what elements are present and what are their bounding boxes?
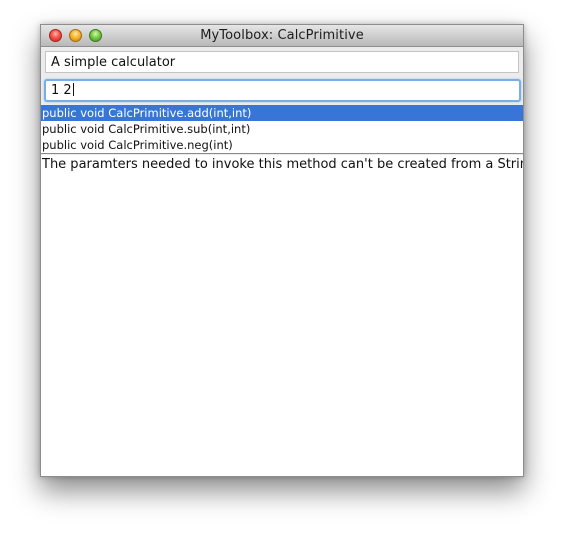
result-text: The paramters needed to invoke this meth… [42, 157, 523, 172]
window-title: MyToolbox: CalcPrimitive [200, 28, 364, 43]
arguments-input[interactable]: 1 2 [44, 79, 521, 102]
title-bar[interactable]: MyToolbox: CalcPrimitive [41, 25, 523, 47]
method-item-sub[interactable]: public void CalcPrimitive.sub(int,int) [41, 121, 523, 137]
app-window: MyToolbox: CalcPrimitive A simple calcul… [40, 24, 524, 477]
arguments-input-value: 1 2 [51, 83, 72, 98]
method-item-neg[interactable]: public void CalcPrimitive.neg(int) [41, 137, 523, 153]
description-field[interactable]: A simple calculator [45, 51, 519, 73]
text-caret [72, 83, 74, 96]
method-item-add[interactable]: public void CalcPrimitive.add(int,int) [41, 105, 523, 121]
result-output[interactable]: The paramters needed to invoke this meth… [41, 155, 523, 476]
method-list[interactable]: public void CalcPrimitive.add(int,int) p… [41, 105, 523, 154]
